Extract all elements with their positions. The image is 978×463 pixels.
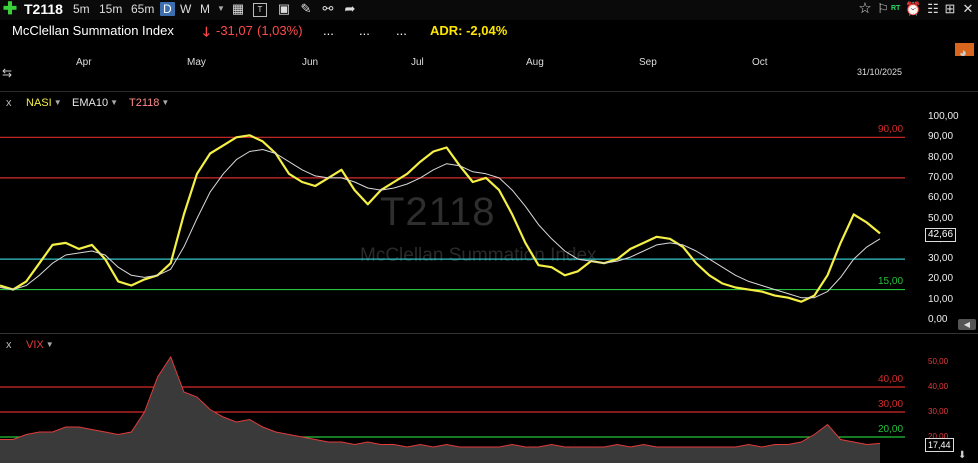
y-tick-label: 70,00 bbox=[928, 171, 954, 183]
y-tick-label: 20,00 bbox=[928, 273, 954, 285]
vix-level-label-40: 40,00 bbox=[878, 374, 904, 385]
y-tick-label: 50,00 bbox=[928, 212, 954, 224]
chart-canvas bbox=[0, 134, 905, 463]
vix-y-tick-label: 50,00 bbox=[928, 357, 949, 366]
y-tick-label: 30,00 bbox=[928, 253, 954, 265]
scroll-down-icon[interactable]: ⬇ bbox=[958, 450, 966, 461]
current-value-main: 42,66 bbox=[925, 228, 957, 242]
y-tick-label: 90,00 bbox=[928, 131, 954, 143]
vix-area-fill bbox=[0, 357, 880, 463]
scroll-left-button[interactable]: ◀ bbox=[958, 319, 976, 330]
level-label-90: 90,00 bbox=[878, 124, 904, 135]
level-label-15: 15,00 bbox=[878, 276, 904, 287]
y-tick-label: 100,00 bbox=[928, 111, 959, 122]
vix-close-button[interactable]: x bbox=[6, 339, 12, 351]
y-tick-label: 80,00 bbox=[928, 151, 954, 163]
y-tick-label: 60,00 bbox=[928, 192, 954, 204]
indicator-vix[interactable]: VIX ▼ bbox=[26, 339, 54, 351]
vix-y-tick-label: 40,00 bbox=[928, 382, 949, 391]
divider bbox=[0, 333, 978, 334]
y-tick-label: 0,00 bbox=[928, 314, 948, 325]
y-tick-label: 10,00 bbox=[928, 293, 954, 305]
vix-level-label-30: 30,00 bbox=[878, 399, 904, 410]
current-value-vix: 17,44 bbox=[925, 438, 954, 452]
nasi-series-line bbox=[0, 134, 881, 303]
vix-y-tick-label: 30,00 bbox=[928, 407, 949, 416]
vix-level-label-20: 20,00 bbox=[878, 424, 904, 435]
ema10-series-line bbox=[0, 149, 881, 299]
